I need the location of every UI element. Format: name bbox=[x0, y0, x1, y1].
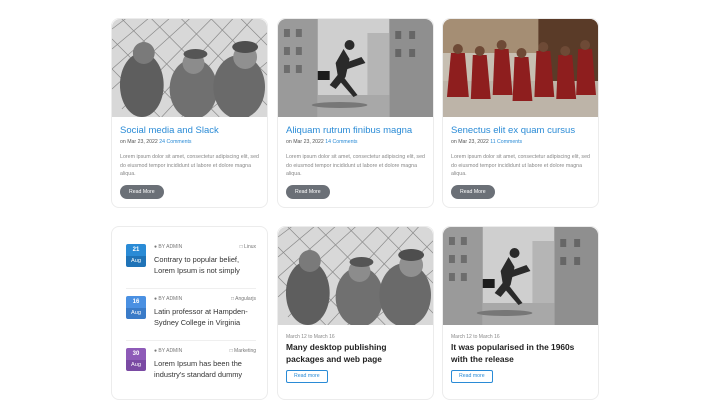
date-badge: 30 Aug bbox=[126, 348, 146, 371]
card-photo-jumping-man[interactable] bbox=[278, 19, 433, 117]
card-photo-children-at-fence[interactable] bbox=[278, 227, 433, 325]
read-more-button[interactable]: Read more bbox=[451, 370, 493, 383]
folder-icon: □ bbox=[230, 296, 235, 302]
user-icon: ● bbox=[154, 296, 158, 302]
blog-card-2: Aliquam rutrum finibus magna on Mar 23, … bbox=[277, 18, 434, 208]
folder-icon: □ bbox=[239, 244, 243, 250]
author-meta: ● BY ADMIN bbox=[154, 244, 182, 250]
category-name: Angularjs bbox=[235, 296, 256, 302]
author-name: BY ADMIN bbox=[158, 244, 183, 250]
date-day: 16 bbox=[126, 296, 146, 308]
card-comments-link[interactable]: 14 Comments bbox=[325, 139, 357, 145]
author-name: BY ADMIN bbox=[158, 348, 183, 354]
card-date: on Mar 23, 2022 bbox=[120, 139, 158, 145]
read-more-button[interactable]: Read more bbox=[286, 370, 328, 383]
card-title-link[interactable]: Social media and Slack bbox=[120, 125, 219, 136]
category-meta[interactable]: □ Linux bbox=[240, 244, 256, 250]
read-more-button[interactable]: Read More bbox=[286, 185, 330, 199]
card-meta: on Mar 23, 2022 11 Comments bbox=[451, 139, 522, 145]
card-photo-jumping-man[interactable] bbox=[443, 227, 598, 325]
category-meta[interactable]: □ Angularjs bbox=[231, 296, 256, 302]
blog-card-3: Senectus elit ex quam cursus on Mar 23, … bbox=[442, 18, 599, 208]
card-comments-link[interactable]: 24 Comments bbox=[159, 139, 191, 145]
card-date: on Mar 23, 2022 bbox=[286, 139, 324, 145]
event-card-2: March 12 to March 16 It was popularised … bbox=[442, 226, 599, 400]
card-excerpt: Lorem ipsum dolor sit amet, consectetur … bbox=[120, 154, 259, 177]
news-list-item[interactable]: 30 Aug ● BY ADMIN □ Marketing Lorem Ipsu… bbox=[126, 348, 256, 394]
date-day: 21 bbox=[126, 244, 146, 256]
event-date: March 12 to March 16 bbox=[451, 334, 500, 340]
date-month: Aug bbox=[126, 360, 146, 371]
news-title[interactable]: Lorem Ipsum has been the industry's stan… bbox=[154, 358, 258, 380]
news-list-item[interactable]: 21 Aug ● BY ADMIN □ Linux Contrary to po… bbox=[126, 244, 256, 290]
event-date: March 12 to March 16 bbox=[286, 334, 335, 340]
folder-icon: □ bbox=[229, 348, 233, 354]
card-photo-monks[interactable] bbox=[443, 19, 598, 117]
date-day: 30 bbox=[126, 348, 146, 360]
user-icon: ● bbox=[154, 348, 158, 354]
news-title[interactable]: Latin professor at Hampden-Sydney Colleg… bbox=[154, 306, 258, 328]
card-meta: on Mar 23, 2022 24 Comments bbox=[120, 139, 192, 145]
event-title-link[interactable]: It was popularised in the 1960s with the… bbox=[451, 342, 591, 365]
user-icon: ● bbox=[154, 244, 158, 250]
card-title-link[interactable]: Aliquam rutrum finibus magna bbox=[286, 125, 412, 136]
news-list-card: 21 Aug ● BY ADMIN □ Linux Contrary to po… bbox=[111, 226, 268, 400]
author-meta: ● BY ADMIN bbox=[154, 348, 182, 354]
date-badge: 21 Aug bbox=[126, 244, 146, 267]
divider bbox=[126, 288, 256, 289]
card-photo-children-at-fence[interactable] bbox=[112, 19, 267, 117]
date-month: Aug bbox=[126, 256, 146, 267]
card-excerpt: Lorem ipsum dolor sit amet, consectetur … bbox=[286, 154, 425, 177]
event-title-link[interactable]: Many desktop publishing packages and web… bbox=[286, 342, 426, 365]
blog-card-1: Social media and Slack on Mar 23, 2022 2… bbox=[111, 18, 268, 208]
card-date: on Mar 23, 2022 bbox=[451, 139, 489, 145]
news-list-item[interactable]: 16 Aug ● BY ADMIN □ Angularjs Latin prof… bbox=[126, 296, 256, 342]
author-meta: ● BY ADMIN bbox=[154, 296, 182, 302]
card-title-link[interactable]: Senectus elit ex quam cursus bbox=[451, 125, 575, 136]
news-title[interactable]: Contrary to popular belief, Lorem Ipsum … bbox=[154, 254, 258, 276]
read-more-button[interactable]: Read More bbox=[120, 185, 164, 199]
category-name: Marketing bbox=[234, 348, 256, 354]
category-name: Linux bbox=[244, 244, 256, 250]
author-name: BY ADMIN bbox=[158, 296, 183, 302]
card-comments-link[interactable]: 11 Comments bbox=[490, 139, 522, 145]
read-more-button[interactable]: Read More bbox=[451, 185, 495, 199]
card-meta: on Mar 23, 2022 14 Comments bbox=[286, 139, 358, 145]
card-excerpt: Lorem ipsum dolor sit amet, consectetur … bbox=[451, 154, 590, 177]
category-meta[interactable]: □ Marketing bbox=[230, 348, 256, 354]
date-badge: 16 Aug bbox=[126, 296, 146, 319]
date-month: Aug bbox=[126, 308, 146, 319]
divider bbox=[126, 340, 256, 341]
event-card-1: March 12 to March 16 Many desktop publis… bbox=[277, 226, 434, 400]
